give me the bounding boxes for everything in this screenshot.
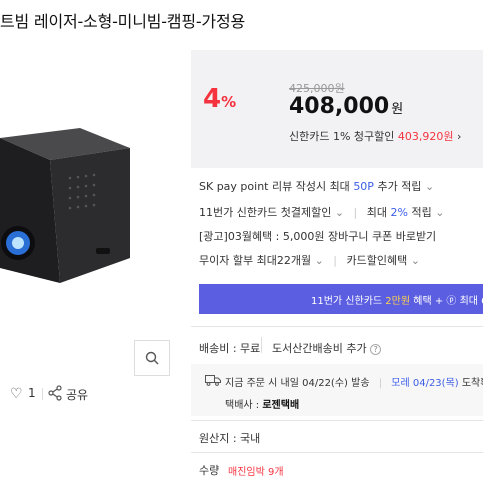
origin-info: 원산지 : 국내 (199, 432, 261, 445)
remote-shipping-fee: 도서산간배송비 추가 ? (272, 340, 382, 356)
card-discount-link[interactable]: 신한카드 1% 청구할인 403,920원 › (289, 128, 461, 144)
card-discount-price: 403,920원 (397, 130, 454, 143)
heart-icon[interactable]: ♡ (10, 386, 23, 402)
sk-point-benefit[interactable]: SK pay point 리뷰 작성시 최대 50P 추가 적립 ⌄ (199, 178, 434, 194)
section-divider (191, 326, 483, 327)
chevron-down-icon: ⌄ (424, 180, 435, 193)
courier-info: 택배사 : 로젠택배 (225, 400, 300, 411)
action-divider (42, 388, 43, 400)
like-count: 1 (28, 386, 36, 400)
ad-coupon-link[interactable]: [광고]03월혜택 : 5,000원 장바구니 쿠폰 바로받기 (199, 228, 436, 244)
delivery-estimate: 지금 주문 시 내일 04/22(수) 발송 | 모레 04/23(목) 도착확 (225, 378, 483, 389)
shipping-divider (261, 337, 262, 353)
truck-icon (205, 375, 221, 386)
installment-benefit[interactable]: 무이자 할부 최대22개월 ⌄ | 카드할인혜택 ⌄ (199, 252, 420, 268)
shipping-fee: 배송비 : 무료 (199, 342, 261, 355)
product-actions: ♡ 1 공유 (0, 380, 182, 408)
section-divider (191, 420, 483, 421)
chevron-down-icon: ⌄ (334, 206, 345, 219)
product-image (0, 128, 130, 283)
sale-price: 408,000 원 (289, 94, 404, 119)
product-gallery: ♡ 1 공유 (0, 50, 182, 410)
magnifier-icon (145, 351, 159, 365)
chevron-right-icon: › (457, 130, 462, 143)
zoom-button[interactable] (134, 340, 170, 376)
shinhan-promo-banner[interactable]: 11번가 신한카드 2만원 혜택 + ⓟ 최대 6% (199, 284, 483, 314)
help-icon[interactable]: ? (370, 344, 382, 355)
shinhan-first-benefit[interactable]: 11번가 신한카드 첫결제할인 ⌄ | 최대 2% 적립 ⌄ (199, 204, 444, 220)
chevron-down-icon: ⌄ (314, 254, 324, 267)
quantity-label: 수량 (199, 464, 220, 477)
chevron-down-icon: ⌄ (435, 206, 445, 219)
delivery-info: 지금 주문 시 내일 04/22(수) 발송 | 모레 04/23(목) 도착확… (191, 364, 483, 416)
section-divider (191, 452, 483, 453)
price-section: 4% 425,000원 408,000 원 신한카드 1% 청구할인 403,92… (191, 50, 483, 168)
share-icon[interactable] (48, 385, 62, 401)
product-title: 트빔 레이저-소형-미니빔-캠핑-가정용 (0, 12, 245, 31)
chevron-down-icon: ⌄ (410, 254, 420, 267)
discount-rate: 4% (203, 84, 237, 114)
stock-status-badge: 매진임박 9개 (228, 467, 284, 478)
share-button[interactable]: 공유 (66, 386, 88, 403)
